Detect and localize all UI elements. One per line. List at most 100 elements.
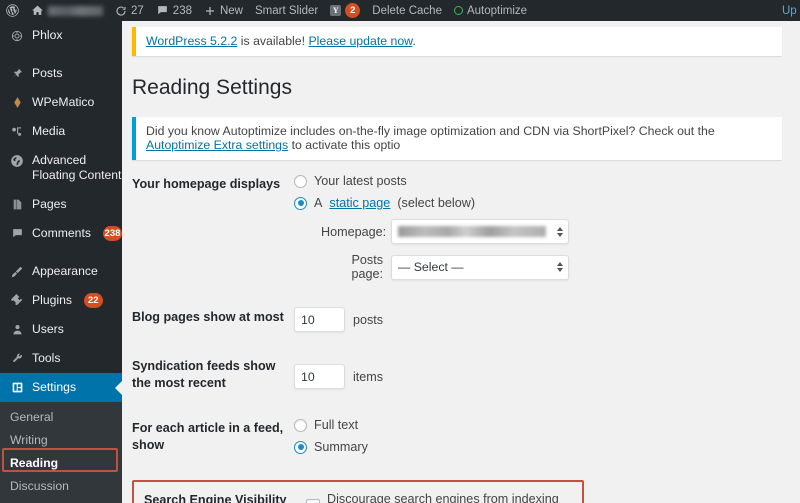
blog-pages-input[interactable]: 10	[294, 307, 345, 333]
updates-icon	[115, 5, 127, 17]
update-now-link[interactable]: Please update now	[308, 34, 412, 48]
autoptimize-menu[interactable]: Autoptimize	[448, 0, 533, 21]
sidebar-item-comments[interactable]: Comments 238	[0, 219, 122, 248]
comment-icon	[9, 226, 25, 240]
blog-pages-unit: posts	[353, 312, 384, 327]
sidebar-item-label: Appearance	[32, 264, 98, 278]
delete-cache-button[interactable]: Delete Cache	[366, 0, 448, 21]
menu-separator	[0, 50, 122, 59]
plugins-badge: 22	[83, 293, 103, 308]
account-label: Up	[782, 4, 797, 17]
wordpress-update-notice: WordPress 5.2.2 is available! Please upd…	[132, 27, 782, 56]
sidebar-item-label: Settings	[32, 380, 77, 394]
sidebar-item-label: Phlox	[32, 28, 63, 42]
site-name-menu[interactable]	[25, 0, 109, 21]
autoptimize-notice: Did you know Autoptimize includes on-the…	[132, 117, 782, 161]
radio-full-text[interactable]	[294, 418, 307, 432]
homepage-select[interactable]	[391, 219, 569, 245]
autoptimize-notice-lead: Did you know Autoptimize includes on-the…	[146, 124, 715, 139]
option-summary[interactable]: Summary	[294, 440, 800, 454]
plus-icon	[204, 5, 216, 17]
main-content: WordPress 5.2.2 is available! Please upd…	[122, 21, 800, 503]
update-notice-end: .	[412, 34, 416, 48]
smart-slider-label: Smart Slider	[255, 4, 319, 17]
discourage-checkbox[interactable]	[306, 499, 320, 503]
updates-menu[interactable]: 27	[109, 0, 150, 21]
sidebar-item-settings[interactable]: Settings	[0, 373, 123, 402]
smart-slider-menu[interactable]: Smart Slider	[249, 0, 324, 21]
sidebar-item-phlox[interactable]: Phlox	[0, 21, 122, 50]
account-menu[interactable]: Up	[776, 0, 800, 21]
sidebar-item-pages[interactable]: Pages	[0, 190, 122, 219]
autoptimize-label: Autoptimize	[466, 4, 528, 17]
yoast-seo-menu[interactable]: Y 2	[324, 0, 366, 21]
admin-bar: 27 238 New Smart Slider Y 2 Delete Cache…	[0, 0, 800, 21]
delete-cache-label: Delete Cache	[372, 4, 442, 17]
static-page-link[interactable]: static page	[329, 196, 390, 210]
chevron-updown-icon	[557, 262, 563, 273]
posts-page-select[interactable]: — Select —	[391, 254, 569, 280]
user-icon	[9, 322, 25, 336]
row-syndication-feeds: Syndication feeds show the most recent 1…	[132, 332, 800, 392]
sidebar-item-posts[interactable]: Posts	[0, 59, 122, 88]
circle-icon	[453, 6, 463, 15]
syndication-label: Syndication feeds show the most recent	[132, 359, 276, 391]
feed-article-label: For each article in a feed, show	[132, 421, 284, 453]
chevron-updown-icon	[557, 226, 563, 237]
sidebar-item-advanced-floating-content[interactable]: Advanced Floating Content	[0, 146, 122, 190]
sidebar-item-wpematico[interactable]: WPeMatico	[0, 88, 122, 117]
row-homepage-displays: Your homepage displays Your latest posts…	[132, 160, 800, 281]
wordpress-icon	[5, 3, 20, 18]
radio-static-suffix: (select below)	[397, 196, 476, 211]
syndication-input[interactable]: 10	[294, 364, 345, 390]
sidebar-item-label: Tools	[32, 351, 61, 365]
posts-page-select-label: Posts page:	[351, 253, 383, 282]
blog-pages-label: Blog pages show at most	[132, 310, 284, 325]
sidebar-subitem-discussion[interactable]: Discussion	[0, 474, 122, 497]
current-menu-arrow	[115, 379, 123, 396]
sidebar-subitem-general[interactable]: General	[0, 405, 122, 428]
option-static-page[interactable]: A static page (select below)	[294, 196, 800, 210]
comments-badge: 238	[102, 226, 122, 241]
updates-count: 27	[131, 4, 144, 17]
sidebar-item-label: Users	[32, 322, 64, 336]
globe-icon	[9, 153, 25, 168]
radio-latest-posts[interactable]	[294, 174, 307, 188]
reading-settings-form: Your homepage displays Your latest posts…	[122, 160, 800, 503]
yoast-badge: 2	[345, 3, 361, 18]
search-engine-visibility-section: Search Engine Visibility Discourage sear…	[132, 480, 584, 503]
radio-summary[interactable]	[294, 440, 307, 454]
homepage-select-label: Homepage:	[321, 224, 387, 239]
sidebar-subitem-reading[interactable]: Reading	[0, 448, 122, 474]
row-feed-article: For each article in a feed, show Full te…	[132, 392, 800, 462]
phlox-icon	[9, 28, 25, 43]
discourage-option[interactable]: Discourage search engines from indexing …	[306, 492, 572, 503]
admin-sidebar: Phlox Posts WPeMatico Media Advanced Flo…	[0, 21, 123, 503]
page-icon	[9, 197, 25, 211]
sidebar-item-users[interactable]: Users	[0, 315, 122, 344]
radio-static-page[interactable]	[294, 196, 307, 210]
sidebar-item-plugins[interactable]: Plugins 22	[0, 286, 122, 315]
sidebar-subitem-label: Reading	[10, 455, 59, 470]
option-full-text[interactable]: Full text	[294, 418, 800, 432]
autoptimize-extra-settings-link[interactable]: Autoptimize Extra settings	[146, 138, 288, 152]
discourage-checkbox-label: Discourage search engines from indexing …	[327, 492, 559, 503]
media-icon	[9, 124, 25, 139]
diamond-icon	[9, 95, 25, 109]
comments-menu[interactable]: 238	[150, 0, 198, 21]
sidebar-item-media[interactable]: Media	[0, 117, 122, 146]
wordpress-logo-menu[interactable]	[0, 0, 25, 21]
sidebar-subitem-media[interactable]: Media	[0, 497, 122, 503]
sidebar-item-appearance[interactable]: Appearance	[0, 257, 122, 286]
posts-page-selected-value: — Select —	[398, 260, 464, 275]
search-visibility-label: Search Engine Visibility	[144, 493, 287, 503]
option-latest-posts[interactable]: Your latest posts	[294, 174, 800, 188]
sidebar-subitem-writing[interactable]: Writing	[0, 428, 122, 451]
homepage-select-row: Homepage:	[321, 219, 800, 245]
new-content-menu[interactable]: New	[198, 0, 249, 21]
new-label: New	[219, 4, 243, 17]
site-name-redacted	[48, 5, 103, 16]
sidebar-item-tools[interactable]: Tools	[0, 344, 122, 373]
menu-separator	[0, 248, 122, 257]
wordpress-version-link[interactable]: WordPress 5.2.2	[146, 34, 237, 48]
